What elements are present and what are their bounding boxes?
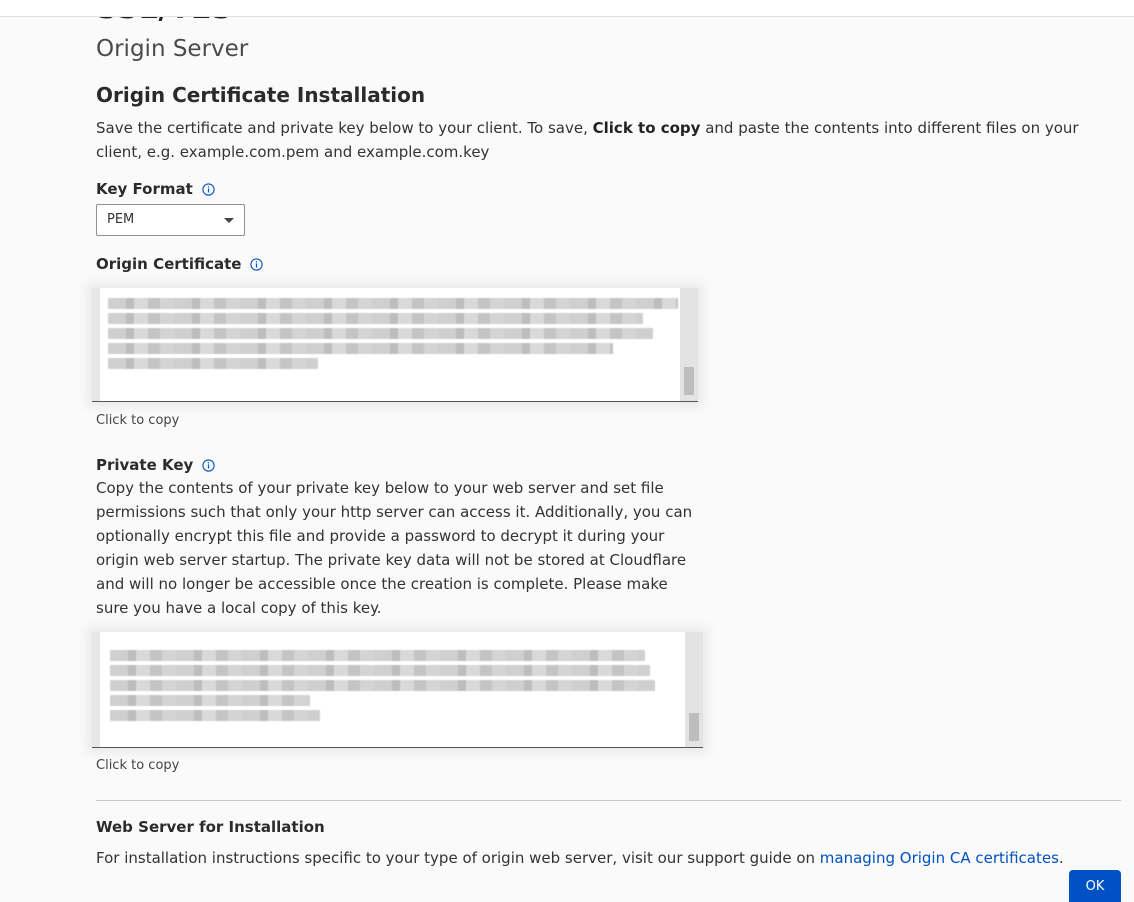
- caret-down-icon: [224, 218, 234, 223]
- origin-certificate-textarea[interactable]: [92, 288, 698, 402]
- page-subtitle: Origin Server: [96, 36, 249, 62]
- section-title: Origin Certificate Installation: [96, 83, 426, 107]
- certificate-click-to-copy[interactable]: Click to copy: [96, 413, 179, 428]
- installation-intro: Save the certificate and private key bel…: [96, 116, 1126, 164]
- origin-certificate-label-text: Origin Certificate: [96, 255, 242, 273]
- private-key-click-to-copy[interactable]: Click to copy: [96, 758, 179, 773]
- origin-certificate-label: Origin Certificate: [96, 255, 264, 273]
- managing-origin-ca-link[interactable]: managing Origin CA certificates: [820, 849, 1059, 867]
- web-server-text-after: .: [1058, 849, 1064, 867]
- private-key-label-text: Private Key: [96, 456, 194, 474]
- top-navigation-bar: [0, 0, 1134, 17]
- redacted-private-key-content: [110, 650, 655, 725]
- web-server-title: Web Server for Installation: [96, 818, 325, 836]
- ok-button[interactable]: OK: [1069, 870, 1121, 902]
- intro-text-before: Save the certificate and private key bel…: [96, 119, 593, 137]
- info-icon[interactable]: [250, 257, 264, 271]
- web-server-text-before: For installation instructions specific t…: [96, 849, 820, 867]
- scrollbar[interactable]: [685, 632, 703, 747]
- private-key-label: Private Key: [96, 456, 215, 474]
- key-format-label-text: Key Format: [96, 180, 193, 198]
- section-divider: [96, 800, 1121, 801]
- scrollbar[interactable]: [680, 288, 698, 401]
- key-format-selected-value: PEM: [107, 212, 135, 227]
- info-icon[interactable]: [202, 458, 215, 472]
- key-format-label: Key Format: [96, 180, 215, 198]
- redacted-certificate-content: [108, 298, 678, 373]
- web-server-instructions: For installation instructions specific t…: [96, 847, 1064, 869]
- intro-text-bold: Click to copy: [592, 119, 701, 137]
- private-key-description: Copy the contents of your private key be…: [96, 479, 693, 617]
- info-icon[interactable]: [202, 182, 215, 196]
- key-format-select[interactable]: PEM: [96, 204, 245, 236]
- private-key-textarea[interactable]: [92, 632, 703, 748]
